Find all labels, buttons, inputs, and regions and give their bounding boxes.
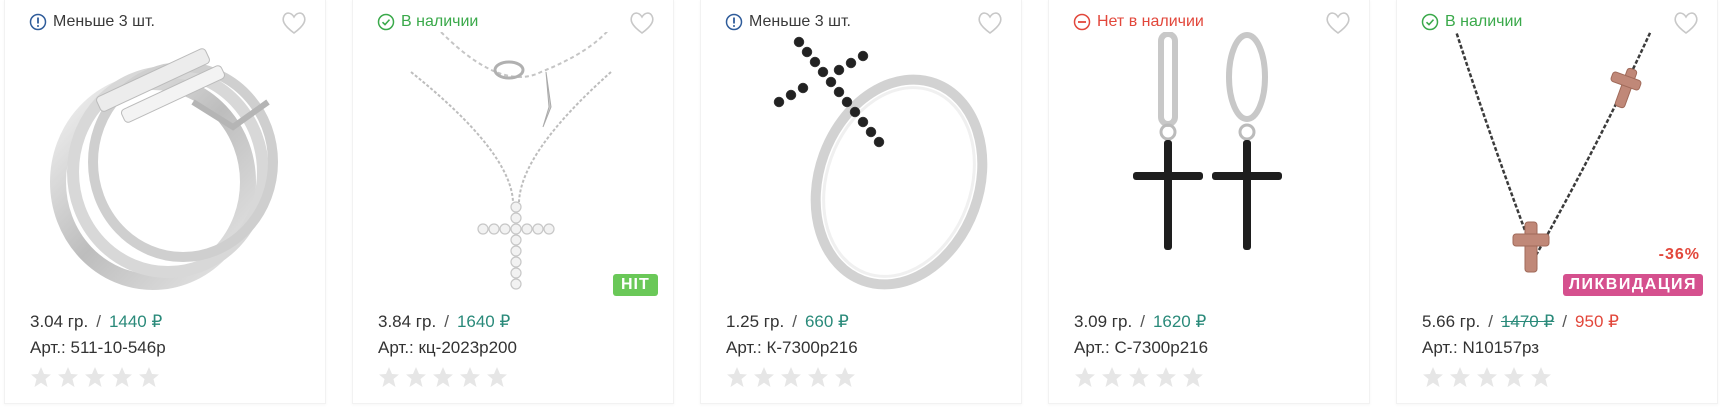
product-card[interactable]: Меньше 3 шт. 1.25 гр. / 660 ₽ Арт.: К-73…: [700, 0, 1022, 404]
separator: /: [1140, 312, 1145, 331]
rating-stars[interactable]: [378, 366, 508, 388]
star-icon[interactable]: [726, 366, 748, 388]
star-icon[interactable]: [807, 366, 829, 388]
earrings-image: [1133, 32, 1282, 250]
product-image[interactable]: [23, 32, 309, 300]
weight: 3.84 гр.: [378, 312, 437, 331]
check-circle-icon: [1421, 13, 1439, 31]
stock-status-label: Меньше 3 шт.: [749, 13, 851, 30]
star-icon[interactable]: [753, 366, 775, 388]
weight: 3.09 гр.: [1074, 312, 1133, 331]
product-card[interactable]: В наличии HIT 3.84 гр. / 1640 ₽ Арт.: кц…: [352, 0, 674, 404]
weight: 3.04 гр.: [30, 312, 89, 331]
sale-price: 950 ₽: [1575, 312, 1619, 331]
separator: /: [792, 312, 797, 331]
product-card[interactable]: Нет в наличии 3.09 гр. / 1620 ₽ Арт.: С-…: [1048, 0, 1370, 404]
cross-ring-image: [773, 36, 988, 290]
liquidation-badge: ЛИКВИДАЦИЯ: [1562, 274, 1703, 296]
minus-circle-icon: [1073, 13, 1091, 31]
price-line: 5.66 гр. / 1470 ₽ / 950 ₽: [1422, 312, 1619, 332]
price-line: 3.84 гр. / 1640 ₽: [378, 312, 510, 332]
stock-status: Меньше 3 шт.: [29, 12, 155, 32]
star-icon[interactable]: [405, 366, 427, 388]
price: 1640 ₽: [456, 312, 511, 331]
star-icon[interactable]: [780, 366, 802, 388]
star-icon[interactable]: [57, 366, 79, 388]
price-line: 3.09 гр. / 1620 ₽: [1074, 312, 1206, 332]
weight: 5.66 гр.: [1422, 312, 1481, 331]
hit-badge: HIT: [613, 274, 658, 296]
star-icon[interactable]: [111, 366, 133, 388]
separator: /: [1562, 312, 1568, 331]
star-icon[interactable]: [1074, 366, 1096, 388]
ring-image: [50, 48, 278, 290]
star-icon[interactable]: [30, 366, 52, 388]
info-icon: [725, 13, 743, 31]
star-icon[interactable]: [1449, 366, 1471, 388]
article-number: Арт.: 511-10-546р: [30, 338, 166, 357]
discount-label: -36%: [1658, 246, 1700, 263]
product-image[interactable]: [719, 32, 1005, 300]
separator: /: [96, 312, 101, 331]
stock-status: Меньше 3 шт.: [725, 12, 851, 32]
star-icon[interactable]: [1422, 366, 1444, 388]
article-number: Арт.: N10157рз: [1422, 338, 1540, 357]
separator: /: [1488, 312, 1493, 331]
star-icon[interactable]: [486, 366, 508, 388]
star-icon[interactable]: [378, 366, 400, 388]
product-grid: Меньше 3 шт. 3.04 гр. / 1440 ₽ Арт.: 511…: [0, 0, 1730, 408]
weight: 1.25 гр.: [726, 312, 785, 331]
star-icon[interactable]: [84, 366, 106, 388]
stock-status-label: В наличии: [401, 13, 479, 30]
stock-status-label: В наличии: [1445, 13, 1523, 30]
star-icon[interactable]: [1101, 366, 1123, 388]
price: 660 ₽: [804, 312, 849, 331]
star-icon[interactable]: [138, 366, 160, 388]
article-number: Арт.: К-7300р216: [726, 338, 858, 357]
stock-status-label: Меньше 3 шт.: [53, 13, 155, 30]
price-line: 1.25 гр. / 660 ₽: [726, 312, 849, 332]
product-image[interactable]: [1067, 32, 1353, 300]
price: 1620 ₽: [1152, 312, 1207, 331]
rating-stars[interactable]: [30, 366, 160, 388]
stock-status-label: Нет в наличии: [1097, 13, 1204, 30]
star-icon[interactable]: [459, 366, 481, 388]
price-line: 3.04 гр. / 1440 ₽: [30, 312, 162, 332]
old-price: 1470 ₽: [1500, 312, 1555, 331]
star-icon[interactable]: [432, 366, 454, 388]
star-icon[interactable]: [1476, 366, 1498, 388]
star-icon[interactable]: [1155, 366, 1177, 388]
product-card[interactable]: В наличии -36% ЛИКВИДАЦИЯ 5.66 гр. / 147…: [1396, 0, 1718, 404]
rating-stars[interactable]: [1074, 366, 1204, 388]
star-icon[interactable]: [1182, 366, 1204, 388]
separator: /: [444, 312, 449, 331]
star-icon[interactable]: [1530, 366, 1552, 388]
article-number: Арт.: С-7300р216: [1074, 338, 1209, 357]
rating-stars[interactable]: [1422, 366, 1552, 388]
star-icon[interactable]: [1503, 366, 1525, 388]
necklace-image: [410, 32, 612, 290]
price: 1440 ₽: [108, 312, 163, 331]
rating-stars[interactable]: [726, 366, 856, 388]
star-icon[interactable]: [1128, 366, 1150, 388]
stock-status: В наличии: [377, 12, 478, 32]
article-number: Арт.: кц-2023р200: [378, 338, 517, 357]
stock-status: В наличии: [1421, 12, 1522, 32]
product-card[interactable]: Меньше 3 шт. 3.04 гр. / 1440 ₽ Арт.: 511…: [4, 0, 326, 404]
info-icon: [29, 13, 47, 31]
product-image[interactable]: [371, 32, 657, 300]
stock-status: Нет в наличии: [1073, 12, 1204, 32]
star-icon[interactable]: [834, 366, 856, 388]
check-circle-icon: [377, 13, 395, 31]
